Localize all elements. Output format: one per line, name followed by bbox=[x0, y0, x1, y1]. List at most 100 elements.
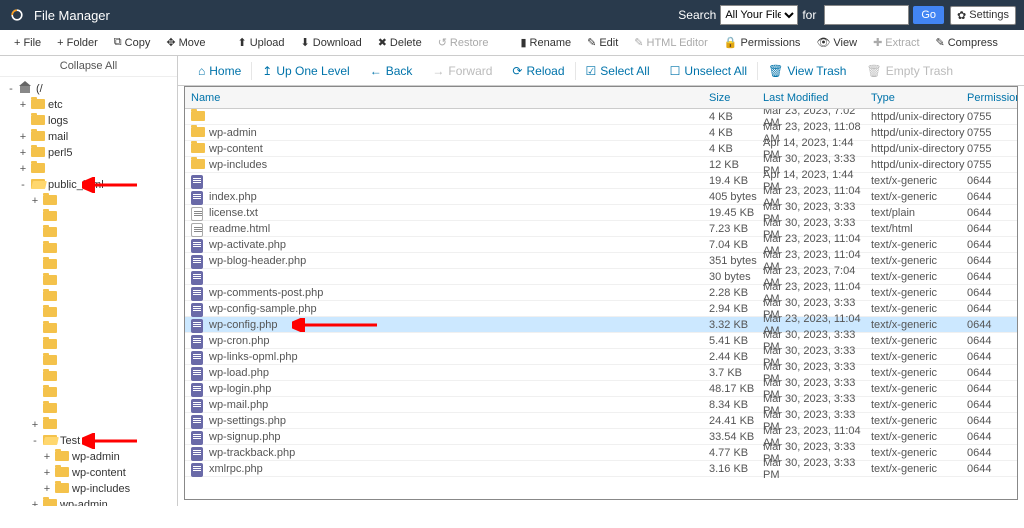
home-nav-button[interactable]: ⌂Home bbox=[188, 64, 251, 78]
tree-node[interactable]: + bbox=[2, 161, 175, 177]
tree-node[interactable] bbox=[2, 353, 175, 369]
settings-button[interactable]: ✿ Settings bbox=[950, 6, 1016, 25]
table-row[interactable]: wp-load.php3.7 KBMar 30, 2023, 3:33 PMte… bbox=[185, 365, 1017, 381]
table-row[interactable]: wp-login.php48.17 KBMar 30, 2023, 3:33 P… bbox=[185, 381, 1017, 397]
select-all-button[interactable]: ☑Select All bbox=[576, 64, 660, 78]
tree-node[interactable]: +wp-admin bbox=[2, 497, 175, 506]
tree-node[interactable]: -(/ bbox=[2, 81, 175, 97]
col-type[interactable]: Type bbox=[871, 92, 967, 104]
table-row[interactable]: wp-activate.php7.04 KBMar 23, 2023, 11:0… bbox=[185, 237, 1017, 253]
table-row[interactable]: wp-admin4 KBMar 23, 2023, 11:08 AMhttpd/… bbox=[185, 125, 1017, 141]
tree-node[interactable] bbox=[2, 209, 175, 225]
tree-node[interactable]: +mail bbox=[2, 129, 175, 145]
table-row[interactable]: 4 KBMar 23, 2023, 7:02 AMhttpd/unix-dire… bbox=[185, 109, 1017, 125]
restore-button[interactable]: ↺Restore bbox=[430, 30, 497, 55]
tree-node[interactable]: + bbox=[2, 193, 175, 209]
tree-node[interactable]: +perl5 bbox=[2, 145, 175, 161]
compress-button[interactable]: ✎Compress bbox=[928, 30, 1006, 55]
col-size[interactable]: Size bbox=[709, 92, 763, 104]
tree-node[interactable] bbox=[2, 401, 175, 417]
toggle-icon[interactable]: + bbox=[18, 131, 28, 143]
download-button[interactable]: ⬇Download bbox=[293, 30, 370, 55]
search-input[interactable] bbox=[824, 5, 909, 25]
col-name[interactable]: Name bbox=[185, 92, 709, 104]
table-row[interactable]: readme.html7.23 KBMar 30, 2023, 3:33 PMt… bbox=[185, 221, 1017, 237]
table-row[interactable]: 30 bytesMar 23, 2023, 7:04 AMtext/x-gene… bbox=[185, 269, 1017, 285]
table-row[interactable]: wp-mail.php8.34 KBMar 30, 2023, 3:33 PMt… bbox=[185, 397, 1017, 413]
go-button[interactable]: Go bbox=[913, 6, 944, 24]
tree-node[interactable] bbox=[2, 337, 175, 353]
table-row[interactable]: wp-signup.php33.54 KBMar 23, 2023, 11:04… bbox=[185, 429, 1017, 445]
file-perm: 0644 bbox=[967, 431, 1017, 443]
table-row[interactable]: xmlrpc.php3.16 KBMar 30, 2023, 3:33 PMte… bbox=[185, 461, 1017, 477]
toggle-icon[interactable]: - bbox=[6, 83, 16, 95]
tree-node[interactable]: -Test bbox=[2, 433, 175, 449]
toggle-icon[interactable]: - bbox=[18, 179, 28, 191]
unselect-all-button[interactable]: ☐Unselect All bbox=[660, 64, 757, 78]
edit-button[interactable]: ✎Edit bbox=[579, 30, 626, 55]
collapse-all-button[interactable]: Collapse All bbox=[0, 56, 177, 77]
toggle-icon[interactable]: + bbox=[42, 451, 52, 463]
tree-node[interactable] bbox=[2, 385, 175, 401]
table-row[interactable]: license.txt19.45 KBMar 30, 2023, 3:33 PM… bbox=[185, 205, 1017, 221]
folder-button[interactable]: +Folder bbox=[49, 30, 106, 55]
tree-node[interactable] bbox=[2, 257, 175, 273]
toggle-icon[interactable]: + bbox=[18, 99, 28, 111]
table-row[interactable]: wp-includes12 KBMar 30, 2023, 3:33 PMhtt… bbox=[185, 157, 1017, 173]
tree-node[interactable] bbox=[2, 241, 175, 257]
tree-node[interactable] bbox=[2, 369, 175, 385]
table-row[interactable]: wp-links-opml.php2.44 KBMar 30, 2023, 3:… bbox=[185, 349, 1017, 365]
tree-node[interactable] bbox=[2, 225, 175, 241]
empty-trash-button[interactable]: 🗑Empty Trash bbox=[856, 64, 963, 78]
download-label: Download bbox=[313, 37, 362, 49]
tree-node[interactable]: + bbox=[2, 417, 175, 433]
forward-button[interactable]: →Forward bbox=[422, 64, 502, 78]
tree-node[interactable] bbox=[2, 321, 175, 337]
file-button[interactable]: +File bbox=[6, 30, 49, 55]
copy-button[interactable]: ⧉Copy bbox=[106, 30, 159, 55]
rename-button[interactable]: ▮Rename bbox=[512, 30, 579, 55]
table-row[interactable]: wp-blog-header.php351 bytesMar 23, 2023,… bbox=[185, 253, 1017, 269]
toggle-icon[interactable]: + bbox=[30, 419, 40, 431]
tree-node[interactable]: -public_html bbox=[2, 177, 175, 193]
table-row[interactable]: wp-settings.php24.41 KBMar 30, 2023, 3:3… bbox=[185, 413, 1017, 429]
toggle-icon[interactable]: + bbox=[30, 195, 40, 207]
table-row[interactable]: wp-cron.php5.41 KBMar 30, 2023, 3:33 PMt… bbox=[185, 333, 1017, 349]
toggle-icon[interactable]: + bbox=[18, 163, 28, 175]
view-button[interactable]: 👁View bbox=[808, 30, 865, 55]
toggle-icon[interactable]: + bbox=[30, 499, 40, 506]
table-row[interactable]: index.php405 bytesMar 23, 2023, 11:04 AM… bbox=[185, 189, 1017, 205]
table-row[interactable]: wp-content4 KBApr 14, 2023, 1:44 PMhttpd… bbox=[185, 141, 1017, 157]
htmleditor-button[interactable]: ✎HTML Editor bbox=[626, 30, 716, 55]
toggle-icon[interactable]: + bbox=[42, 483, 52, 495]
table-row[interactable]: wp-trackback.php4.77 KBMar 30, 2023, 3:3… bbox=[185, 445, 1017, 461]
search-scope-select[interactable]: All Your Files bbox=[720, 5, 798, 25]
col-perm[interactable]: Permissions bbox=[967, 92, 1017, 104]
tree-node[interactable]: +wp-admin bbox=[2, 449, 175, 465]
table-row[interactable]: wp-comments-post.php2.28 KBMar 23, 2023,… bbox=[185, 285, 1017, 301]
table-row[interactable]: wp-config.php3.32 KBMar 23, 2023, 11:04 … bbox=[185, 317, 1017, 333]
table-row[interactable]: wp-config-sample.php2.94 KBMar 30, 2023,… bbox=[185, 301, 1017, 317]
back-button[interactable]: ←Back bbox=[360, 64, 423, 78]
tree-node[interactable] bbox=[2, 273, 175, 289]
tree-node[interactable]: logs bbox=[2, 113, 175, 129]
permissions-button[interactable]: 🔒Permissions bbox=[716, 30, 809, 55]
toggle-icon[interactable]: + bbox=[42, 467, 52, 479]
move-button[interactable]: ✥Move bbox=[158, 30, 213, 55]
view-trash-button[interactable]: 🗑View Trash bbox=[758, 64, 856, 78]
toggle-icon[interactable]: - bbox=[30, 435, 40, 447]
toggle-icon[interactable]: + bbox=[18, 147, 28, 159]
file-table[interactable]: Name Size Last Modified Type Permissions… bbox=[184, 86, 1018, 500]
reload-button[interactable]: ⟳Reload bbox=[502, 64, 574, 78]
tree-node[interactable] bbox=[2, 289, 175, 305]
up-one-level-button[interactable]: ↥Up One Level bbox=[252, 64, 359, 78]
tree-node[interactable]: +wp-includes bbox=[2, 481, 175, 497]
extract-button[interactable]: ✚Extract bbox=[865, 30, 927, 55]
delete-button[interactable]: ✖Delete bbox=[370, 30, 430, 55]
tree-node[interactable]: +wp-content bbox=[2, 465, 175, 481]
tree-node[interactable] bbox=[2, 305, 175, 321]
tree-node[interactable]: +etc bbox=[2, 97, 175, 113]
col-modified[interactable]: Last Modified bbox=[763, 92, 871, 104]
table-row[interactable]: 19.4 KBApr 14, 2023, 1:44 PMtext/x-gener… bbox=[185, 173, 1017, 189]
upload-button[interactable]: ⬆Upload bbox=[229, 30, 292, 55]
